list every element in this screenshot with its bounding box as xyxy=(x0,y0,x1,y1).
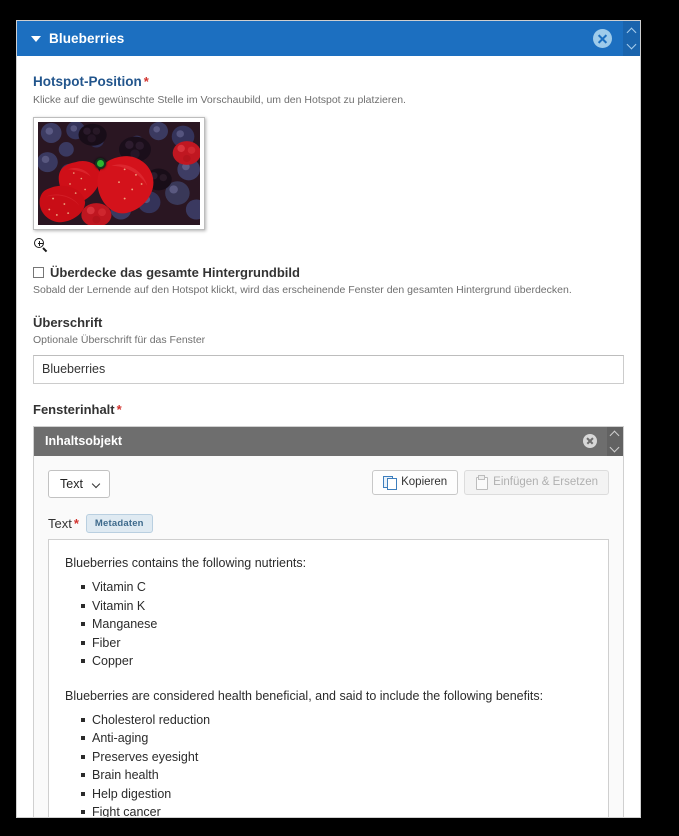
content-object-header-controls xyxy=(583,426,623,456)
magnifier-glass xyxy=(34,237,44,248)
page-background: Blueberries Hotspot-Position * Klicke auf… xyxy=(0,0,679,836)
content-object-toolbar: Text Kopieren Einfügen & Ersetzen xyxy=(48,469,609,498)
list-item: Vitamin C xyxy=(81,578,592,597)
list-item: Anti-aging xyxy=(81,729,592,748)
hotspot-position-label: Hotspot-Position * xyxy=(33,74,624,89)
clipboard-buttons: Kopieren Einfügen & Ersetzen xyxy=(372,469,609,495)
rte-paragraph-2: Blueberries are considered health benefi… xyxy=(65,688,544,703)
rte-list-nutrients: Vitamin C Vitamin K Manganese Fiber Copp… xyxy=(65,578,592,671)
list-item: Preserves eyesight xyxy=(81,748,592,767)
required-marker: * xyxy=(116,401,122,417)
content-object-panel: Inhaltsobjekt Text Kopieren Einfügen & E… xyxy=(33,425,624,817)
rte-paragraph-1: Blueberries contains the following nutri… xyxy=(65,555,307,570)
overlay-checkbox[interactable] xyxy=(33,266,44,278)
content-object-body: Text Kopieren Einfügen & Ersetzen Text *… xyxy=(34,456,623,817)
hotspot-marker[interactable] xyxy=(95,157,106,169)
required-marker: * xyxy=(143,74,149,89)
chevron-up-icon[interactable] xyxy=(628,28,636,36)
berries-preview-image[interactable] xyxy=(38,121,200,225)
overlay-checkbox-row[interactable]: Überdecke das gesamte Hintergrundbild xyxy=(33,265,624,280)
copy-button[interactable]: Kopieren xyxy=(372,469,459,495)
close-circle-icon[interactable] xyxy=(593,29,612,48)
heading-input[interactable] xyxy=(33,354,624,384)
content-type-select[interactable]: Text xyxy=(48,469,110,498)
window-title: Blueberries xyxy=(49,31,125,46)
text-field-label-text: Text xyxy=(48,515,72,531)
heading-field-label: Überschrift xyxy=(33,315,103,331)
overlay-hint: Sobald der Lernende auf den Hotspot klic… xyxy=(33,283,572,296)
panel-body: Hotspot-Position * Klicke auf die gewünsc… xyxy=(17,56,640,817)
text-field-label-row: Text * Metadaten xyxy=(48,513,609,533)
overlay-checkbox-label[interactable]: Überdecke das gesamte Hintergrundbild xyxy=(50,265,300,280)
list-item: Manganese xyxy=(81,615,592,634)
required-marker: * xyxy=(73,515,79,531)
chevron-up-icon[interactable] xyxy=(611,431,619,439)
list-item: Fight cancer xyxy=(81,803,592,817)
content-type-select-wrap: Text xyxy=(48,469,110,498)
paste-icon xyxy=(475,475,488,490)
metadata-badge[interactable]: Metadaten xyxy=(85,513,153,533)
content-object-header: Inhaltsobjekt xyxy=(34,426,623,456)
list-item: Cholesterol reduction xyxy=(81,711,592,730)
text-field-label: Text * xyxy=(48,516,79,531)
berries-photo-illustration xyxy=(38,121,200,225)
hotspot-position-text: Hotspot-Position xyxy=(33,74,142,89)
paste-replace-button-label: Einfügen & Ersetzen xyxy=(493,476,598,489)
list-item: Vitamin K xyxy=(81,597,592,616)
list-item: Copper xyxy=(81,652,592,671)
content-object-title: Inhaltsobjekt xyxy=(45,434,123,449)
chevron-down-icon[interactable] xyxy=(611,444,619,452)
titlebar-controls xyxy=(593,21,640,56)
hotspot-editor-panel: Blueberries Hotspot-Position * Klicke auf… xyxy=(16,20,641,818)
rte-list-benefits: Cholesterol reduction Anti-aging Preserv… xyxy=(65,711,592,817)
list-item: Brain health xyxy=(81,766,592,785)
zoom-in-icon[interactable] xyxy=(33,237,49,253)
heading-field-hint: Optionale Überschrift für das Fenster xyxy=(33,334,206,347)
hotspot-position-hint: Klicke auf die gewünschte Stelle im Vors… xyxy=(33,94,406,106)
chevron-up-down-icon[interactable] xyxy=(607,426,623,456)
copy-icon xyxy=(383,475,397,491)
preview-image-frame[interactable] xyxy=(33,116,205,230)
heading-field-group: Überschrift Optionale Überschrift für da… xyxy=(33,315,624,384)
copy-button-label: Kopieren xyxy=(401,476,448,489)
chevron-down-icon[interactable] xyxy=(628,41,636,49)
window-content-group: Fensterinhalt * Inhaltsobjekt Text Kopie… xyxy=(33,402,624,817)
magnifier-handle xyxy=(42,246,48,252)
chevron-up-down-icon[interactable] xyxy=(623,21,640,56)
rich-text-editor[interactable]: Blueberries contains the following nutri… xyxy=(48,538,609,817)
window-content-label: Fensterinhalt * xyxy=(33,402,624,417)
list-item: Fiber xyxy=(81,634,592,653)
paste-replace-button: Einfügen & Ersetzen xyxy=(464,469,609,495)
window-titlebar: Blueberries xyxy=(17,21,640,56)
caret-down-icon[interactable] xyxy=(31,35,41,42)
list-item: Help digestion xyxy=(81,785,592,804)
close-circle-icon[interactable] xyxy=(583,434,597,449)
window-content-text: Fensterinhalt xyxy=(33,401,115,417)
